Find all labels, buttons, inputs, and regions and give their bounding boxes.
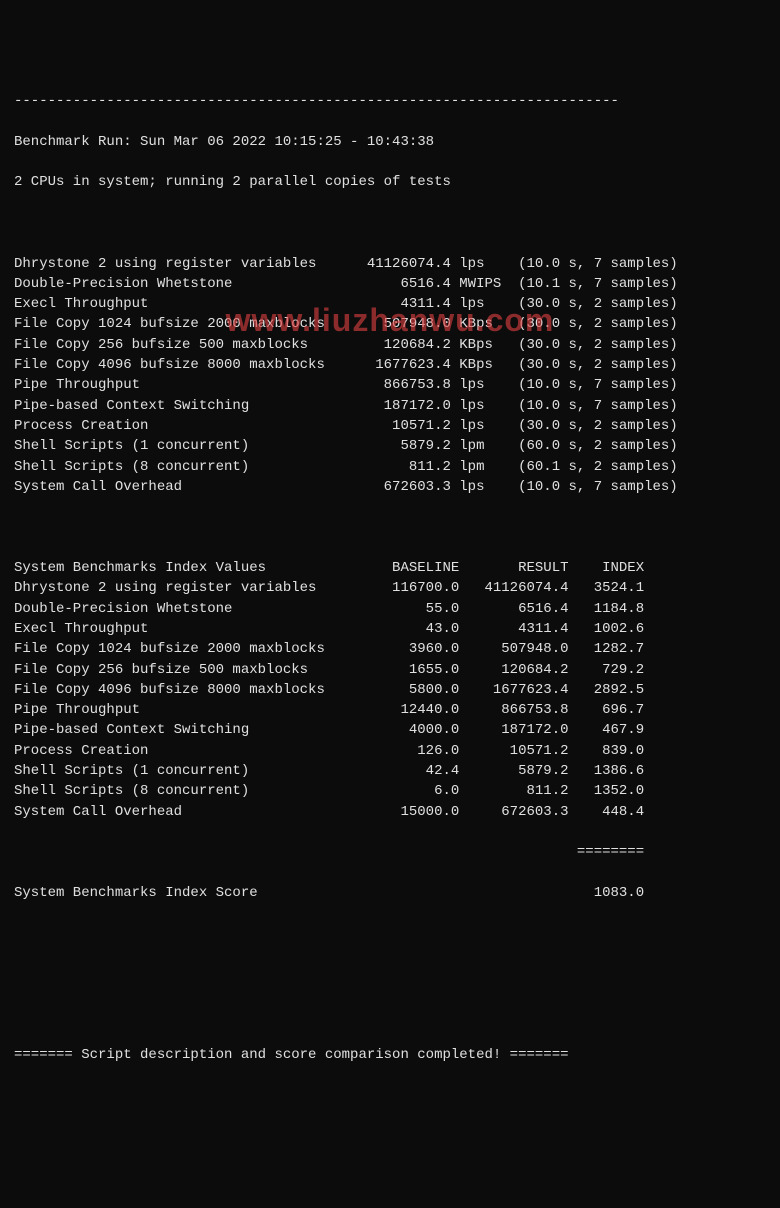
score-sep: ======== (14, 842, 766, 862)
footer-line: ======= Script description and score com… (14, 1045, 766, 1065)
index-block: System Benchmarks Index Values BASELINE … (14, 558, 766, 822)
index-header: System Benchmarks Index Values BASELINE … (14, 558, 766, 578)
result-row: Pipe-based Context Switching 187172.0 lp… (14, 396, 766, 416)
cpu-line: 2 CPUs in system; running 2 parallel cop… (14, 172, 766, 192)
blank-line (14, 1005, 766, 1025)
result-row: Shell Scripts (8 concurrent) 811.2 lpm (… (14, 457, 766, 477)
result-row: Dhrystone 2 using register variables 411… (14, 254, 766, 274)
blank-line (14, 923, 766, 943)
index-row: File Copy 4096 bufsize 8000 maxblocks 58… (14, 680, 766, 700)
index-row: System Call Overhead 15000.0 672603.3 44… (14, 802, 766, 822)
top-border: ----------------------------------------… (14, 91, 766, 111)
result-row: Execl Throughput 4311.4 lps (30.0 s, 2 s… (14, 294, 766, 314)
result-row: File Copy 1024 bufsize 2000 maxblocks 50… (14, 314, 766, 334)
result-row: File Copy 256 bufsize 500 maxblocks 1206… (14, 335, 766, 355)
blank-line (14, 517, 766, 537)
result-row: Double-Precision Whetstone 6516.4 MWIPS … (14, 274, 766, 294)
index-row: Double-Precision Whetstone 55.0 6516.4 1… (14, 599, 766, 619)
run-line: Benchmark Run: Sun Mar 06 2022 10:15:25 … (14, 132, 766, 152)
index-row: File Copy 1024 bufsize 2000 maxblocks 39… (14, 639, 766, 659)
index-row: Execl Throughput 43.0 4311.4 1002.6 (14, 619, 766, 639)
score-line: System Benchmarks Index Score 1083.0 (14, 883, 766, 903)
results-block: Dhrystone 2 using register variables 411… (14, 254, 766, 498)
index-row: Shell Scripts (8 concurrent) 6.0 811.2 1… (14, 781, 766, 801)
result-row: Pipe Throughput 866753.8 lps (10.0 s, 7 … (14, 375, 766, 395)
blank-line (14, 213, 766, 233)
result-row: Process Creation 10571.2 lps (30.0 s, 2 … (14, 416, 766, 436)
index-row: Pipe-based Context Switching 4000.0 1871… (14, 720, 766, 740)
index-row: Pipe Throughput 12440.0 866753.8 696.7 (14, 700, 766, 720)
result-row: System Call Overhead 672603.3 lps (10.0 … (14, 477, 766, 497)
blank-line (14, 964, 766, 984)
result-row: Shell Scripts (1 concurrent) 5879.2 lpm … (14, 436, 766, 456)
index-row: File Copy 256 bufsize 500 maxblocks 1655… (14, 660, 766, 680)
index-row: Dhrystone 2 using register variables 116… (14, 578, 766, 598)
index-row: Process Creation 126.0 10571.2 839.0 (14, 741, 766, 761)
result-row: File Copy 4096 bufsize 8000 maxblocks 16… (14, 355, 766, 375)
index-row: Shell Scripts (1 concurrent) 42.4 5879.2… (14, 761, 766, 781)
